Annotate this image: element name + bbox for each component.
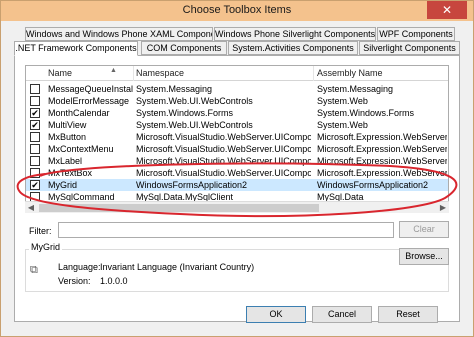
cell-namespace: WindowsFormsApplication2 [136, 180, 248, 190]
column-header-assembly[interactable]: Assembly Name [317, 68, 383, 78]
cell-name: MyGrid [48, 180, 77, 190]
cell-assembly: Microsoft.Expression.WebServer [317, 132, 447, 142]
cell-namespace: Microsoft.VisualStudio.WebServer.UICompo… [136, 144, 311, 154]
cell-name: MxLabel [48, 156, 83, 166]
cell-namespace: Microsoft.VisualStudio.WebServer.UICompo… [136, 132, 311, 142]
cell-namespace: Microsoft.VisualStudio.WebServer.UICompo… [136, 168, 311, 178]
cell-name: ModelErrorMessage [48, 96, 130, 106]
reset-button[interactable]: Reset [378, 306, 438, 323]
table-row[interactable]: MxContextMenu Microsoft.VisualStudio.WebS… [26, 143, 448, 155]
row-checkbox[interactable] [30, 96, 40, 106]
window-title: Choose Toolbox Items [182, 4, 292, 16]
row-checkbox[interactable]: ✔ [30, 108, 40, 118]
filter-label: Filter: [29, 226, 52, 236]
tab-label: System.Activities Components [232, 43, 354, 53]
tab-wpf[interactable]: WPF Components [377, 27, 455, 41]
cell-assembly: Microsoft.Expression.WebServer [317, 156, 447, 166]
language-label: Language: [58, 262, 101, 272]
cell-name: MessageQueueInstalle [48, 84, 133, 94]
cell-assembly: System.Web [317, 96, 368, 106]
tab-label: WPF Components [379, 29, 453, 39]
scrollbar-thumb[interactable] [39, 204, 319, 212]
table-row[interactable]: MessageQueueInstalle System.Messaging Syst… [26, 83, 448, 95]
table-row[interactable]: ModelErrorMessage System.Web.UI.WebContro… [26, 95, 448, 107]
row-checkbox[interactable] [30, 132, 40, 142]
scroll-left-icon[interactable]: ◀ [25, 202, 37, 214]
row-checkbox[interactable] [30, 84, 40, 94]
row-checkbox[interactable] [30, 156, 40, 166]
filter-input[interactable] [58, 222, 394, 238]
tab-silverlight[interactable]: Silverlight Components [359, 41, 460, 55]
cell-namespace: Microsoft.VisualStudio.WebServer.UICompo… [136, 156, 311, 166]
table-row[interactable]: ✔ MonthCalendar System.Windows.Forms System… [26, 107, 448, 119]
table-row[interactable]: MxTextBox Microsoft.VisualStudio.WebServe… [26, 167, 448, 179]
tab-label: .NET Framework Components [15, 43, 137, 53]
tab-label: Silverlight Components [363, 43, 456, 53]
version-label: Version: [58, 276, 91, 286]
column-header-namespace[interactable]: Namespace [136, 68, 184, 78]
horizontal-scrollbar[interactable]: ◀ ▶ [25, 201, 449, 213]
table-row[interactable]: ✔ MyGrid WindowsFormsApplication2 WindowsFo… [26, 179, 448, 191]
tab-label: Windows Phone Silverlight Components [215, 29, 376, 39]
row-checkbox[interactable]: ✔ [30, 180, 40, 190]
table-row[interactable]: ✔ MultiView System.Web.UI.WebControls Syste… [26, 119, 448, 131]
column-header-name[interactable]: Name [48, 68, 72, 78]
table-row[interactable]: MxButton Microsoft.VisualStudio.WebServer… [26, 131, 448, 143]
title-bar[interactable]: Choose Toolbox Items ✕ [1, 1, 473, 21]
tab-system-activities[interactable]: System.Activities Components [228, 41, 358, 55]
row-checkbox[interactable] [30, 144, 40, 154]
cell-assembly: WindowsFormsApplication2 [317, 180, 429, 190]
details-group-title: MyGrid [29, 242, 62, 252]
scroll-right-icon[interactable]: ▶ [437, 202, 449, 214]
cell-namespace: System.Windows.Forms [136, 108, 234, 118]
row-checkbox[interactable]: ✔ [30, 120, 40, 130]
cell-assembly: Microsoft.Expression.WebServer [317, 144, 447, 154]
close-icon: ✕ [441, 3, 453, 17]
cancel-button[interactable]: Cancel [312, 306, 372, 323]
close-button[interactable]: ✕ [427, 1, 467, 19]
cell-name: MultiView [48, 120, 87, 130]
components-grid[interactable]: ▲ Name Namespace Assembly Name MessageQu… [25, 65, 449, 213]
column-divider[interactable] [133, 66, 134, 81]
ok-button[interactable]: OK [246, 306, 306, 323]
sort-up-icon: ▲ [110, 67, 117, 74]
tab-windows-phone-silverlight[interactable]: Windows Phone Silverlight Components [214, 27, 376, 41]
cell-assembly: Microsoft.Expression.WebServer [317, 168, 447, 178]
grid-header: ▲ Name Namespace Assembly Name [26, 66, 448, 81]
cell-name: MxButton [48, 132, 87, 142]
version-value: 1.0.0.0 [100, 276, 128, 286]
browse-button[interactable]: Browse... [399, 248, 449, 265]
row-checkbox[interactable] [30, 168, 40, 178]
tab-net-framework[interactable]: .NET Framework Components [14, 41, 138, 56]
cell-name: MonthCalendar [48, 108, 110, 118]
column-divider[interactable] [313, 66, 314, 81]
language-value: Invariant Language (Invariant Country) [100, 262, 255, 272]
tab-windows-xaml[interactable]: Windows and Windows Phone XAML Component… [25, 27, 213, 41]
cell-namespace: System.Web.UI.WebControls [136, 96, 253, 106]
cell-assembly: System.Messaging [317, 84, 394, 94]
cell-name: MxContextMenu [48, 144, 114, 154]
cell-assembly: System.Windows.Forms [317, 108, 415, 118]
tab-label: Windows and Windows Phone XAML Component… [26, 29, 213, 39]
table-row[interactable]: MxLabel Microsoft.VisualStudio.WebServer.… [26, 155, 448, 167]
cell-assembly: System.Web [317, 120, 368, 130]
tab-label: COM Components [146, 43, 222, 53]
clear-button[interactable]: Clear [399, 221, 449, 238]
cell-namespace: System.Messaging [136, 84, 213, 94]
component-icon: ⧉ [30, 264, 38, 276]
cell-name: MxTextBox [48, 168, 93, 178]
tab-com[interactable]: COM Components [141, 41, 227, 55]
cell-namespace: System.Web.UI.WebControls [136, 120, 253, 130]
